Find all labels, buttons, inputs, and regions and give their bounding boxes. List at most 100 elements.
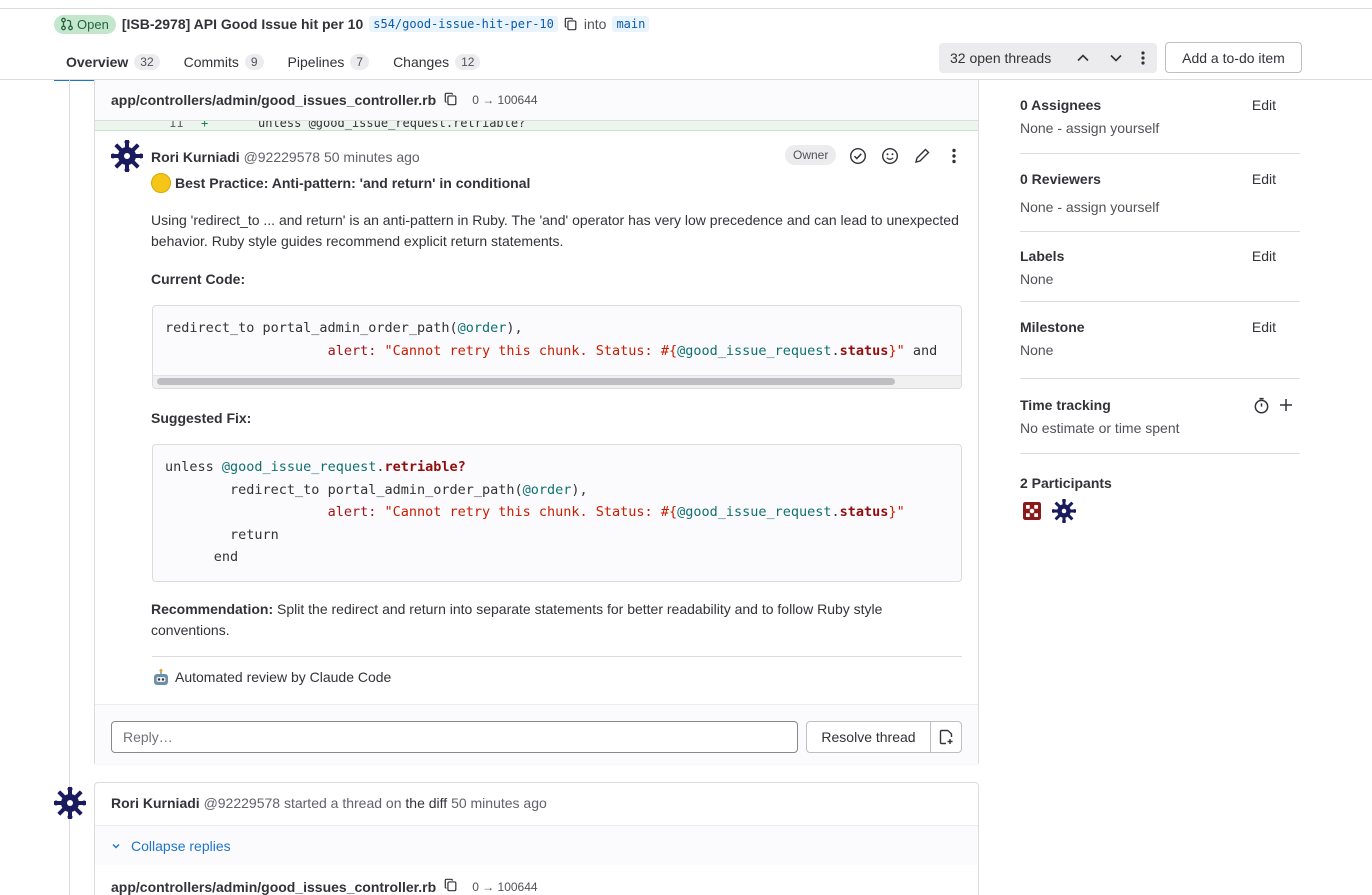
time-tracking-value: No estimate or time spent bbox=[1020, 420, 1180, 436]
add-todo-button[interactable]: Add a to-do item bbox=[1165, 42, 1302, 73]
milestone-edit-button[interactable]: Edit bbox=[1252, 319, 1276, 335]
reviewers-title: 0 Reviewers bbox=[1020, 171, 1101, 187]
author-name[interactable]: Rori Kurniadi bbox=[151, 149, 240, 165]
into-label: into bbox=[583, 16, 607, 32]
comment-footer: Automated review by Claude Code bbox=[151, 667, 961, 688]
copy-path-icon[interactable] bbox=[444, 92, 458, 109]
resolve-check-icon[interactable] bbox=[849, 147, 867, 168]
sidebar-divider bbox=[1020, 301, 1300, 302]
tab-commits[interactable]: Commits 9 bbox=[172, 44, 276, 80]
diff-file-header: app/controllers/admin/good_issues_contro… bbox=[111, 878, 538, 895]
participant-avatar[interactable] bbox=[1052, 499, 1076, 523]
participant-avatar[interactable] bbox=[1020, 499, 1044, 523]
reviewers-edit-button[interactable]: Edit bbox=[1252, 171, 1276, 187]
reviewers-value[interactable]: None - assign yourself bbox=[1020, 199, 1159, 215]
code-line: end bbox=[165, 549, 239, 565]
create-issue-button[interactable] bbox=[930, 721, 962, 753]
diff-line: 11 + unless @good_issue_request.retriabl… bbox=[95, 121, 978, 131]
diff-sign: + bbox=[201, 121, 209, 130]
thread-time[interactable]: 50 minutes ago bbox=[451, 795, 547, 811]
current-code-heading: Current Code: bbox=[151, 271, 246, 287]
collapse-replies-button[interactable]: Collapse replies bbox=[95, 825, 978, 865]
diff-file-header: app/controllers/admin/good_issues_contro… bbox=[95, 80, 978, 121]
comment-divider bbox=[152, 656, 962, 657]
avatar[interactable] bbox=[111, 140, 143, 172]
tab-changes[interactable]: Changes 12 bbox=[381, 44, 492, 80]
tab-overview[interactable]: Overview 32 bbox=[54, 44, 172, 81]
sidebar-divider bbox=[1020, 378, 1300, 379]
milestone-value: None bbox=[1020, 342, 1054, 358]
status-badge: Open bbox=[54, 14, 116, 34]
milestone-title: Milestone bbox=[1020, 319, 1085, 335]
mr-tabs: Overview 32 Commits 9 Pipelines 7 Change… bbox=[54, 44, 492, 81]
horizontal-scrollbar[interactable] bbox=[157, 378, 895, 385]
recommendation-label: Recommendation: bbox=[151, 601, 274, 617]
comment-author-line: Rori Kurniadi @92229578 50 minutes ago bbox=[151, 149, 420, 165]
copy-branch-icon[interactable] bbox=[564, 17, 578, 31]
file-path[interactable]: app/controllers/admin/good_issues_contro… bbox=[111, 92, 436, 108]
reply-input[interactable]: Reply… bbox=[111, 721, 798, 753]
labels-title: Labels bbox=[1020, 248, 1065, 264]
comment-body: Using 'redirect_to ... and return' is an… bbox=[151, 212, 959, 249]
tab-label: Overview bbox=[66, 54, 129, 70]
suggested-fix-heading: Suggested Fix: bbox=[151, 410, 252, 426]
tab-label: Pipelines bbox=[287, 54, 345, 70]
edit-pencil-icon[interactable] bbox=[913, 147, 931, 168]
code-line: alert: "Cannot retry this chunk. Status:… bbox=[327, 343, 938, 359]
diff-code: unless @good_issue_request.retriable? bbox=[258, 121, 526, 130]
tab-label: Commits bbox=[183, 54, 239, 70]
collapse-label: Collapse replies bbox=[131, 837, 231, 854]
tab-label: Changes bbox=[393, 54, 450, 70]
add-time-icon[interactable] bbox=[1278, 397, 1294, 416]
open-threads-control: 32 open threads bbox=[939, 43, 1157, 73]
stopwatch-icon[interactable] bbox=[1253, 397, 1270, 417]
chevron-up-icon[interactable] bbox=[1075, 50, 1091, 69]
comment-title: Best Practice: Anti-pattern: 'and return… bbox=[151, 173, 530, 193]
file-path[interactable]: app/controllers/admin/good_issues_contro… bbox=[111, 879, 436, 895]
recommendation: Recommendation: Split the redirect and r… bbox=[151, 599, 961, 641]
thread-header: Rori Kurniadi @92229578 started a thread… bbox=[111, 795, 547, 811]
assignees-value[interactable]: None - assign yourself bbox=[1020, 120, 1159, 136]
emoji-reaction-icon[interactable] bbox=[881, 147, 899, 168]
assignees-edit-button[interactable]: Edit bbox=[1252, 97, 1276, 113]
chevron-down-icon bbox=[112, 843, 120, 848]
tab-pipelines[interactable]: Pipelines 7 bbox=[276, 44, 382, 80]
sidebar-divider bbox=[1020, 153, 1300, 154]
author-username[interactable]: @92229578 bbox=[244, 149, 321, 165]
time-tracking-title: Time tracking bbox=[1020, 397, 1111, 413]
mr-title: [ISB-2978] API Good Issue hit per 10 bbox=[121, 16, 364, 32]
role-badge: Owner bbox=[785, 145, 837, 165]
resolve-thread-button[interactable]: Resolve thread bbox=[806, 721, 931, 753]
copy-path-icon[interactable] bbox=[444, 878, 458, 895]
suggested-code-block: unless @good_issue_request.retriable? re… bbox=[152, 444, 962, 582]
tab-count: 7 bbox=[350, 54, 370, 70]
target-branch[interactable]: main bbox=[612, 16, 650, 32]
footer-text: Automated review by Claude Code bbox=[175, 669, 392, 685]
code-line: alert: "Cannot retry this chunk. Status:… bbox=[327, 504, 905, 520]
author-name[interactable]: Rori Kurniadi bbox=[111, 795, 200, 811]
author-username[interactable]: @92229578 bbox=[204, 795, 281, 811]
participants-title: 2 Participants bbox=[1020, 475, 1112, 491]
open-threads-label: 32 open threads bbox=[950, 50, 1052, 66]
merge-request-icon bbox=[61, 17, 73, 31]
file-mode: 0 → 100644 bbox=[472, 93, 538, 107]
robot-icon bbox=[154, 668, 168, 685]
more-actions-icon[interactable] bbox=[945, 147, 963, 168]
more-options-icon[interactable] bbox=[1135, 50, 1151, 69]
top-bar bbox=[0, 0, 1372, 9]
avatar[interactable] bbox=[54, 787, 86, 819]
started-text: started a thread on bbox=[283, 795, 402, 811]
chevron-down-icon[interactable] bbox=[1108, 50, 1124, 69]
discussion-thread: Rori Kurniadi @92229578 started a thread… bbox=[94, 782, 979, 895]
file-mode: 0 → 100644 bbox=[472, 879, 538, 894]
comment-title-text: Best Practice: Anti-pattern: 'and return… bbox=[175, 175, 531, 191]
source-branch[interactable]: s54/good-issue-hit-per-10 bbox=[369, 16, 558, 32]
diff-link[interactable]: the diff bbox=[405, 795, 447, 811]
sidebar-divider bbox=[1020, 231, 1300, 232]
code-line: redirect_to portal_admin_order_path(@ord… bbox=[230, 482, 588, 498]
comment-time[interactable]: 50 minutes ago bbox=[324, 149, 420, 165]
tab-count: 32 bbox=[134, 54, 160, 70]
labels-edit-button[interactable]: Edit bbox=[1252, 248, 1276, 264]
mr-title-row: Open [ISB-2978] API Good Issue hit per 1… bbox=[54, 13, 650, 35]
code-line: return bbox=[165, 527, 279, 543]
